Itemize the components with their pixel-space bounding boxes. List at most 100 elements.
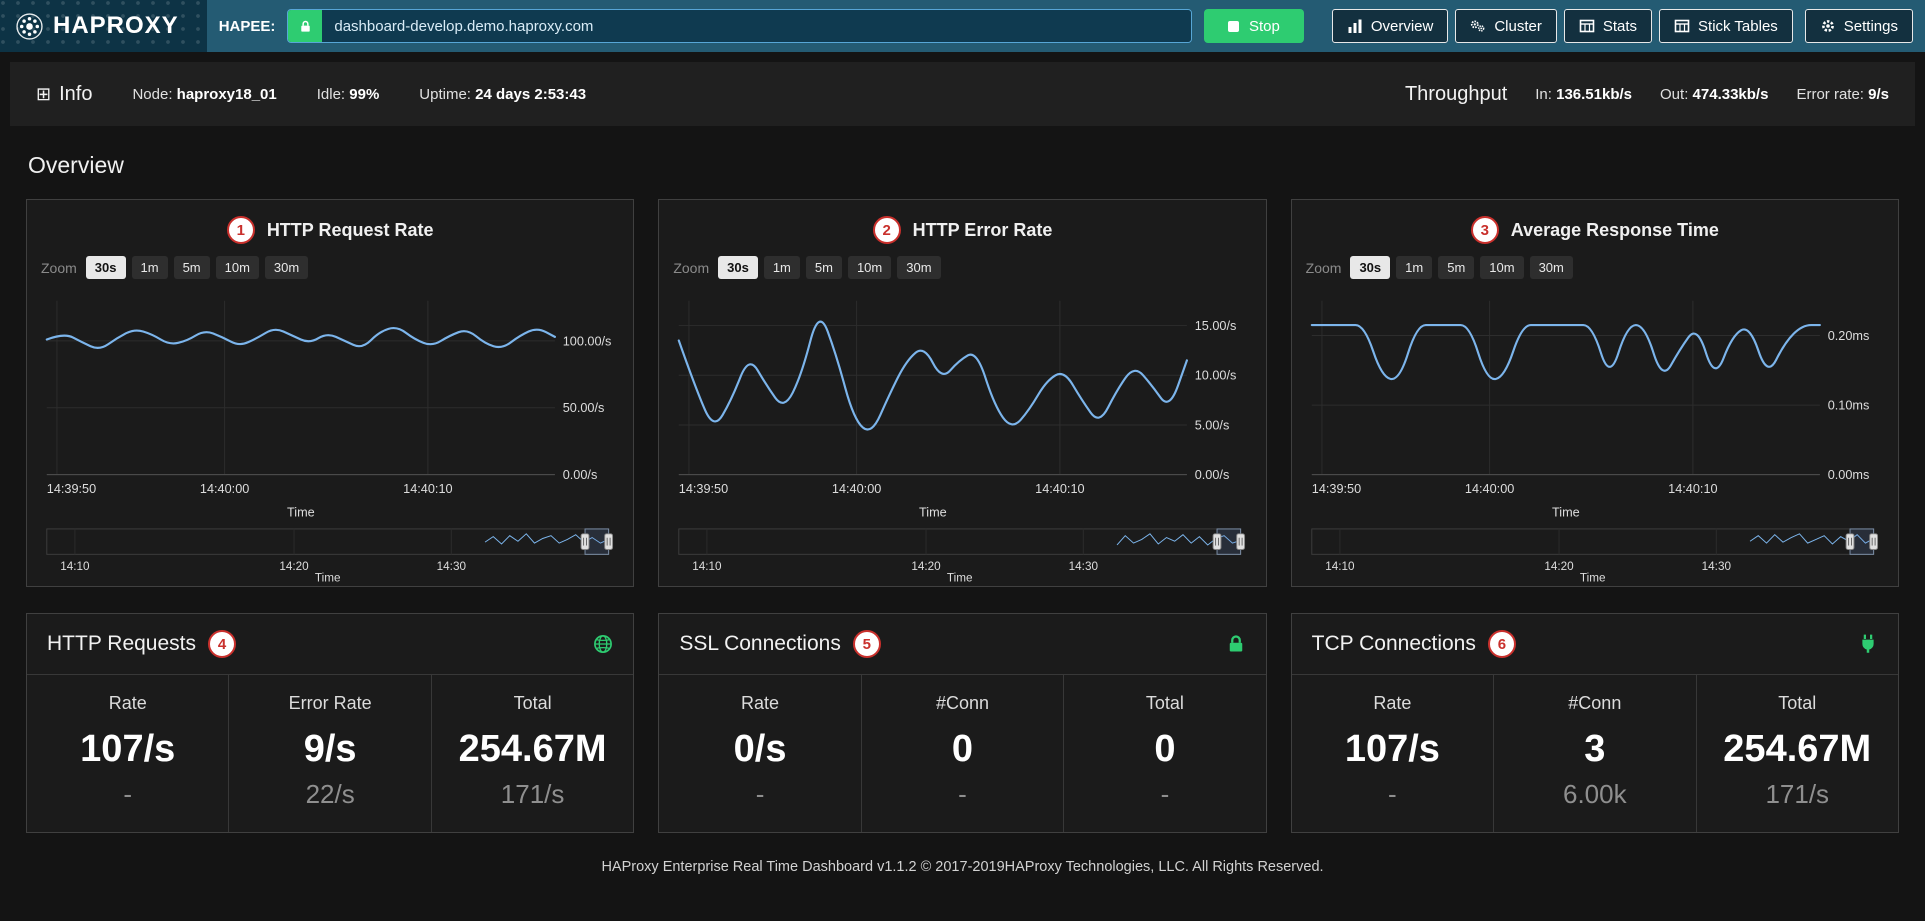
url-group: [287, 9, 1192, 43]
stat-value: 107/s: [1300, 728, 1485, 771]
stop-button[interactable]: Stop: [1204, 9, 1304, 43]
nav-stick-tables-label: Stick Tables: [1698, 18, 1778, 35]
svg-text:0.10ms: 0.10ms: [1827, 398, 1869, 412]
zoom-option-30s[interactable]: 30s: [1350, 256, 1390, 279]
svg-text:14:20: 14:20: [1544, 560, 1574, 573]
nav-cluster-button[interactable]: Cluster: [1455, 9, 1557, 43]
info-toggle[interactable]: ⊞ Info: [36, 83, 92, 106]
zoom-option-10m[interactable]: 10m: [216, 256, 259, 279]
nav-cluster-label: Cluster: [1494, 18, 1542, 35]
zoom-option-10m[interactable]: 10m: [1480, 256, 1523, 279]
zoom-label: Zoom: [41, 260, 77, 276]
throughput-out: Out: 474.33kb/s: [1660, 86, 1768, 103]
step-badge: 3: [1471, 216, 1499, 244]
zoom-option-30m[interactable]: 30m: [1530, 256, 1573, 279]
gear-icon: [1820, 18, 1836, 34]
chart-panel-average-response-time: 3 Average Response Time Zoom 30s 1m 5m 1…: [1291, 199, 1899, 587]
zoom-option-5m[interactable]: 5m: [806, 256, 842, 279]
stat-subvalue: 171/s: [440, 779, 625, 810]
main-content: Overview 1 HTTP Request Rate Zoom 30s 1m…: [0, 152, 1925, 905]
zoom-label: Zoom: [673, 260, 709, 276]
stat-panel-title: TCP Connections: [1312, 632, 1476, 656]
zoom-label: Zoom: [1306, 260, 1342, 276]
expand-icon: ⊞: [36, 84, 51, 105]
uptime-info: Uptime: 24 days 2:53:43: [419, 86, 586, 103]
stat-col-rate: Rate 107/s -: [27, 675, 229, 832]
haproxy-logo-icon: [16, 13, 43, 40]
zoom-option-30m[interactable]: 30m: [265, 256, 308, 279]
chart-panel-http-request-rate: 1 HTTP Request Rate Zoom 30s 1m 5m 10m 3…: [26, 199, 634, 587]
svg-text:14:39:50: 14:39:50: [47, 482, 96, 496]
stat-subvalue: -: [1072, 779, 1257, 810]
stat-col-rate: Rate 107/s -: [1292, 675, 1494, 832]
stat-col-total: Total 254.67M 171/s: [1697, 675, 1898, 832]
stat-subvalue: 22/s: [237, 779, 422, 810]
stat-panel-body: Rate 107/s - #Conn 3 6.00k Total 254.67M…: [1292, 675, 1898, 832]
stat-label: Rate: [35, 693, 220, 714]
chart-navigator[interactable]: 14:1014:2014:30Time: [1302, 526, 1888, 585]
stop-label: Stop: [1249, 18, 1280, 35]
nav-stick-tables-button[interactable]: Stick Tables: [1659, 9, 1793, 43]
stat-subvalue: -: [667, 779, 852, 810]
svg-text:15.00/s: 15.00/s: [1195, 319, 1237, 333]
stat-value: 3: [1502, 728, 1687, 771]
stat-col-conn: #Conn 0 -: [862, 675, 1064, 832]
chart-canvas: 14:39:5014:40:0014:40:100.20ms0.10ms0.00…: [1302, 289, 1888, 522]
stat-value: 107/s: [35, 728, 220, 771]
svg-text:14:30: 14:30: [1069, 560, 1099, 573]
stat-label: Total: [440, 693, 625, 714]
zoom-option-5m[interactable]: 5m: [1438, 256, 1474, 279]
stat-panel-body: Rate 107/s - Error Rate 9/s 22/s Total 2…: [27, 675, 633, 832]
info-title-label: Info: [59, 83, 92, 106]
chart-navigator[interactable]: 14:1014:2014:30Time: [669, 526, 1255, 585]
chart-title: HTTP Request Rate: [267, 220, 434, 241]
stat-value: 0: [1072, 728, 1257, 771]
chart-title: Average Response Time: [1511, 220, 1719, 241]
chart-header: 2 HTTP Error Rate: [669, 208, 1255, 248]
zoom-option-30s[interactable]: 30s: [86, 256, 126, 279]
stat-label: Rate: [1300, 693, 1485, 714]
table-icon: [1579, 18, 1595, 34]
zoom-option-30s[interactable]: 30s: [718, 256, 758, 279]
top-navbar: HAPROXY HAPEE: Stop Overview Cluster Sta…: [0, 0, 1925, 52]
svg-text:0.00/s: 0.00/s: [563, 468, 598, 482]
zoom-option-1m[interactable]: 1m: [1396, 256, 1432, 279]
hapee-label: HAPEE:: [219, 18, 276, 35]
zoom-option-1m[interactable]: 1m: [132, 256, 168, 279]
chart-navigator[interactable]: 14:1014:2014:30Time: [37, 526, 623, 585]
zoom-option-30m[interactable]: 30m: [897, 256, 940, 279]
svg-text:Time: Time: [1552, 506, 1580, 520]
info-bar: ⊞ Info Node: haproxy18_01 Idle: 99% Upti…: [10, 62, 1915, 126]
stat-value: 0/s: [667, 728, 852, 771]
stat-col-rate: Rate 0/s -: [659, 675, 861, 832]
svg-text:100.00/s: 100.00/s: [563, 334, 612, 348]
chart-title: HTTP Error Rate: [913, 220, 1053, 241]
step-badge: 1: [227, 216, 255, 244]
nav-stats-label: Stats: [1603, 18, 1637, 35]
zoom-option-5m[interactable]: 5m: [174, 256, 210, 279]
stop-icon: [1228, 21, 1239, 32]
svg-text:0.20ms: 0.20ms: [1827, 329, 1869, 343]
svg-text:14:39:50: 14:39:50: [1311, 482, 1360, 496]
svg-text:14:10: 14:10: [60, 560, 90, 573]
stat-panel-title: HTTP Requests: [47, 632, 196, 656]
zoom-option-10m[interactable]: 10m: [848, 256, 891, 279]
stat-panel-header: TCP Connections 6: [1292, 614, 1898, 675]
zoom-controls: Zoom 30s 1m 5m 10m 30m: [37, 248, 623, 289]
lock-icon: [288, 10, 322, 42]
svg-text:0.00/s: 0.00/s: [1195, 468, 1230, 482]
settings-button[interactable]: Settings: [1805, 9, 1913, 43]
svg-text:Time: Time: [1580, 571, 1606, 584]
nav-overview-button[interactable]: Overview: [1332, 9, 1449, 43]
table-icon: [1674, 18, 1690, 34]
stat-col-total: Total 254.67M 171/s: [432, 675, 633, 832]
svg-text:0.00ms: 0.00ms: [1827, 468, 1869, 482]
nav-stats-button[interactable]: Stats: [1564, 9, 1652, 43]
chart-header: 1 HTTP Request Rate: [37, 208, 623, 248]
stat-subvalue: -: [35, 779, 220, 810]
zoom-option-1m[interactable]: 1m: [764, 256, 800, 279]
info-left: ⊞ Info Node: haproxy18_01 Idle: 99% Upti…: [36, 83, 586, 106]
url-input[interactable]: [322, 10, 1191, 42]
bar-chart-icon: [1347, 18, 1363, 34]
stat-panel-ssl-connections: SSL Connections 5 Rate 0/s - #Conn 0 -: [658, 613, 1266, 833]
